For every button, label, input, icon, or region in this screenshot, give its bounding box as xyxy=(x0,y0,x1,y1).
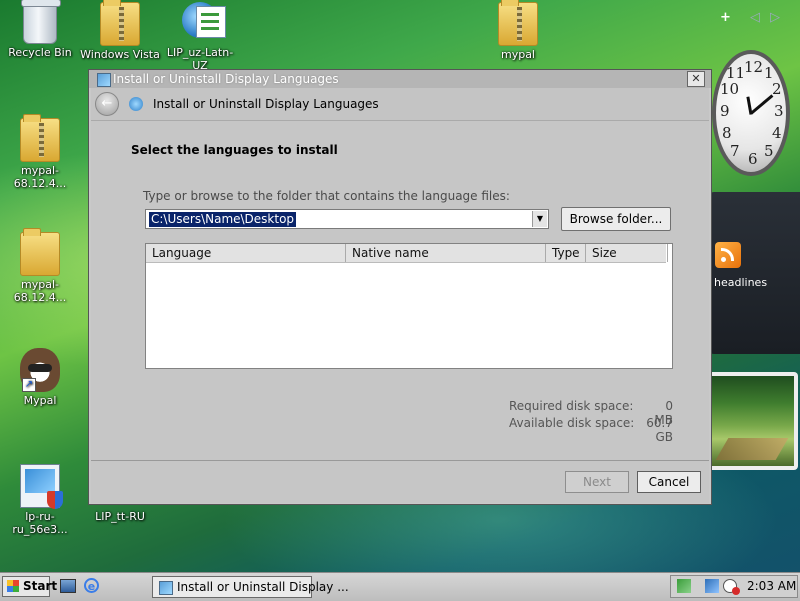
globe-icon xyxy=(129,97,143,111)
taskbar-item-label: Install or Uninstall Display ... xyxy=(177,580,349,594)
taskbar-clock[interactable]: 2:03 AM xyxy=(747,579,796,593)
taskbar-item-install-languages[interactable]: Install or Uninstall Display ... xyxy=(152,576,349,598)
clock-number: 3 xyxy=(774,102,784,120)
language-app-icon xyxy=(159,581,173,595)
table-header: Language Native name Type Size xyxy=(146,244,668,263)
desktop-icon-mypal-folder[interactable]: mypal xyxy=(478,0,558,61)
window-title: Install or Uninstall Display Languages xyxy=(113,72,339,86)
wizard-content: Select the languages to install Type or … xyxy=(91,120,709,461)
desktop-icon-windows-vista[interactable]: Windows Vista xyxy=(80,0,160,61)
slideshow-gadget[interactable] xyxy=(708,372,798,470)
setup-icon xyxy=(20,464,63,509)
slideshow-photo xyxy=(712,376,794,466)
column-header-native-name[interactable]: Native name xyxy=(346,244,546,262)
languages-table[interactable]: Language Native name Type Size xyxy=(145,243,673,369)
clock-number: 9 xyxy=(720,102,730,120)
rss-icon xyxy=(715,242,741,268)
folder-path-combobox[interactable]: C:\Users\Name\Desktop ▼ xyxy=(145,209,549,229)
clock-number: 11 xyxy=(726,64,746,82)
clock-gadget[interactable]: 12 1 2 3 4 5 6 7 8 9 10 11 xyxy=(708,46,792,178)
desktop-icon-lip-uz[interactable]: LIP_uz-Latn-UZ xyxy=(160,2,240,72)
desktop-icon-lp-ru[interactable]: lp-ru-ru_56e3... xyxy=(0,464,80,536)
close-button[interactable]: ✕ xyxy=(687,71,705,87)
recycle-bin-icon xyxy=(21,0,61,44)
clock-minute-hand xyxy=(746,96,753,115)
language-app-icon xyxy=(97,73,111,87)
available-disk-space-value: 60.7 GB xyxy=(646,416,673,444)
next-page-button[interactable]: ▷ xyxy=(770,10,780,25)
install-languages-window: Install or Uninstall Display Languages ✕… xyxy=(88,69,712,505)
column-header-type[interactable]: Type xyxy=(546,244,586,262)
windows-logo-icon xyxy=(7,580,19,592)
column-header-language[interactable]: Language xyxy=(146,244,346,262)
desktop-icon-label: Windows Vista xyxy=(80,48,160,61)
cancel-button[interactable]: Cancel xyxy=(637,471,701,493)
desktop-icon-label: Recycle Bin xyxy=(8,46,72,59)
clock-number: 8 xyxy=(722,124,732,142)
show-desktop-icon[interactable] xyxy=(60,579,76,593)
dropdown-arrow-icon[interactable]: ▼ xyxy=(532,211,547,227)
clock-number: 7 xyxy=(730,142,740,160)
desktop-icon-mypal-archive-2[interactable]: mypal-68.12.4... xyxy=(0,228,80,304)
mypal-icon: ↗ xyxy=(20,348,60,392)
taskbar: Start e Install or Uninstall Display ...… xyxy=(0,572,800,601)
desktop-icon-recycle-bin[interactable]: Recycle Bin xyxy=(0,0,80,59)
folder-icon xyxy=(20,228,60,276)
browse-folder-button[interactable]: Browse folder... xyxy=(561,207,671,231)
internet-explorer-icon[interactable]: e xyxy=(84,578,99,593)
wizard-navbar: ← Install or Uninstall Display Languages xyxy=(91,88,709,120)
feed-headlines-gadget[interactable]: headlines xyxy=(708,192,800,354)
clock-number: 10 xyxy=(720,80,740,98)
feed-headlines-label: headlines xyxy=(714,276,768,289)
required-disk-space-label: Required disk space: xyxy=(509,399,634,413)
clock-number: 5 xyxy=(764,142,774,160)
next-button[interactable]: Next xyxy=(565,471,629,493)
clock-hour-hand xyxy=(750,94,774,115)
sidebar-controls: + ◁ ▷ xyxy=(716,10,800,30)
clock-number: 12 xyxy=(744,58,764,76)
clock-number: 2 xyxy=(772,80,782,98)
desktop-icon-label: mypal xyxy=(500,48,535,61)
wizard-title: Install or Uninstall Display Languages xyxy=(153,97,379,111)
clock-number: 4 xyxy=(772,124,782,142)
start-button[interactable]: Start xyxy=(2,576,57,597)
desktop-icon-mypal-archive[interactable]: mypal-68.12.4... xyxy=(0,114,80,190)
language-pack-icon xyxy=(182,2,226,38)
available-disk-space-label: Available disk space: xyxy=(509,416,635,430)
wizard-footer: Next Cancel xyxy=(91,460,709,503)
back-button[interactable]: ← xyxy=(95,92,119,116)
column-header-size[interactable]: Size xyxy=(586,244,668,262)
desktop-icon-label: LIP_tt-RU xyxy=(95,510,145,523)
folder-path-label: Type or browse to the folder that contai… xyxy=(143,189,510,203)
zip-folder-icon xyxy=(20,114,60,162)
clock-number: 6 xyxy=(748,150,758,168)
system-tray: 2:03 AM xyxy=(670,575,798,598)
page-heading: Select the languages to install xyxy=(131,143,338,157)
desktop-icon-label: lp-ru-ru_56e3... xyxy=(12,510,68,536)
zip-folder-icon xyxy=(100,0,140,46)
folder-path-value[interactable]: C:\Users\Name\Desktop xyxy=(149,212,297,227)
volume-muted-icon[interactable] xyxy=(723,579,740,595)
prev-page-button[interactable]: ◁ xyxy=(750,10,760,25)
clock-face: 12 1 2 3 4 5 6 7 8 9 10 11 xyxy=(712,50,790,176)
desktop-icon-label: Mypal xyxy=(23,394,57,407)
window-titlebar[interactable]: Install or Uninstall Display Languages ✕ xyxy=(89,70,711,88)
language-bar-icon[interactable] xyxy=(677,579,691,593)
desktop-icon-label: mypal-68.12.4... xyxy=(13,164,67,190)
start-label: Start xyxy=(23,579,58,593)
add-gadget-button[interactable]: + xyxy=(720,10,731,25)
desktop-icon-mypal-shortcut[interactable]: ↗ Mypal xyxy=(0,348,80,407)
zip-folder-icon xyxy=(498,0,538,46)
desktop-icon-label: mypal-68.12.4... xyxy=(13,278,67,304)
network-icon[interactable] xyxy=(705,579,719,593)
